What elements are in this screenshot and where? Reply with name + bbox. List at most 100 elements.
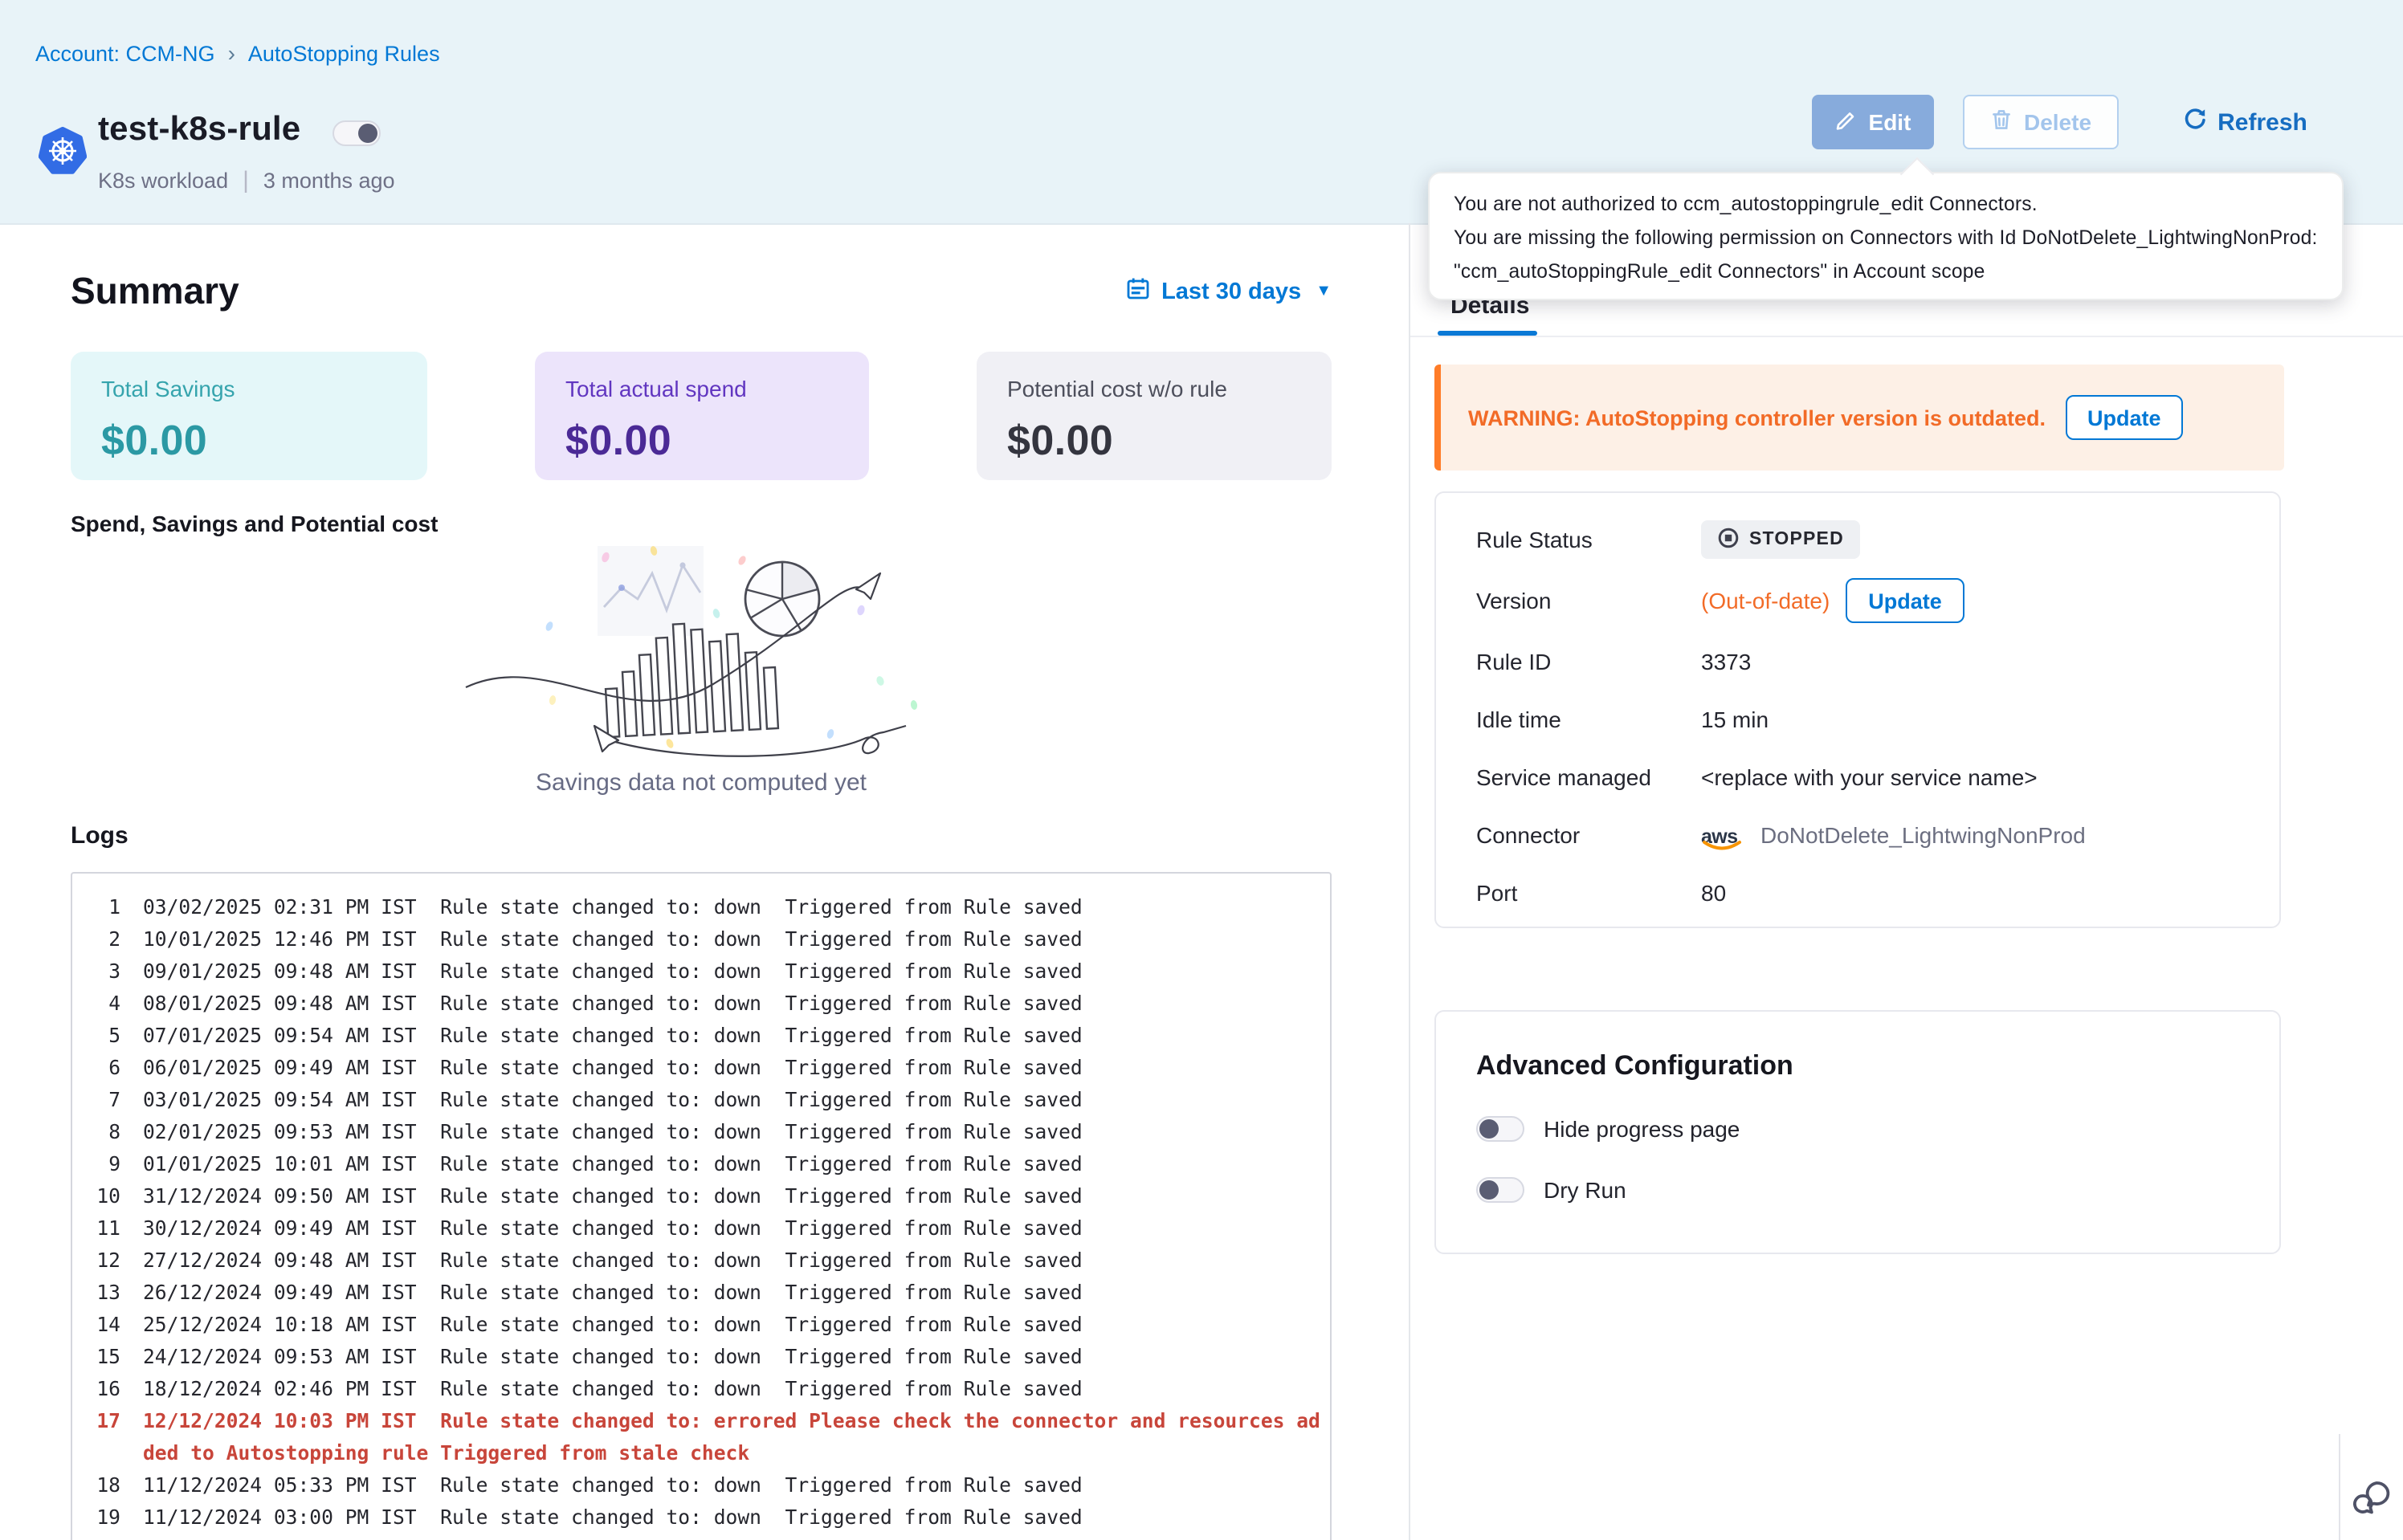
summary-cards: Total Savings $0.00 Total actual spend $… xyxy=(71,352,1332,480)
help-widget-divider xyxy=(2339,1434,2340,1540)
card-value: $0.00 xyxy=(1007,416,1332,466)
card-label: Total actual spend xyxy=(565,376,869,401)
rule-enable-toggle[interactable] xyxy=(333,120,381,146)
meta-separator: | xyxy=(243,167,249,194)
logs-heading: Logs xyxy=(71,822,129,849)
stopped-icon xyxy=(1717,526,1740,553)
version-update-button[interactable]: Update xyxy=(1846,578,1964,623)
delete-button[interactable]: Delete xyxy=(1963,95,2119,149)
date-range-label: Last 30 days xyxy=(1161,279,1301,304)
refresh-button[interactable]: Refresh xyxy=(2160,95,2329,149)
version-row: Version (Out-of-date) Update xyxy=(1476,568,2279,633)
date-range-picker[interactable]: Last 30 days ▼ xyxy=(1126,276,1332,307)
log-line: 210/01/2025 12:46 PM IST Rule state chan… xyxy=(95,923,1330,955)
column-divider xyxy=(1409,223,1410,1540)
log-line: 1031/12/2024 09:50 AM IST Rule state cha… xyxy=(95,1180,1330,1212)
warning-text: WARNING: AutoStopping controller version… xyxy=(1468,405,2046,430)
controller-outdated-warning: WARNING: AutoStopping controller version… xyxy=(1434,365,2284,471)
permission-tooltip: You are not authorized to ccm_autostoppi… xyxy=(1428,172,2344,300)
port-value: 80 xyxy=(1701,880,1726,906)
port-row: Port 80 xyxy=(1476,864,2279,922)
edit-button[interactable]: Edit xyxy=(1812,95,1934,149)
tooltip-line: You are missing the following permission… xyxy=(1454,226,2318,249)
card-value: $0.00 xyxy=(565,416,869,466)
connector-row: Connector aws DoNotDelete_LightwingNonPr… xyxy=(1476,806,2279,864)
log-line: 1911/12/2024 03:00 PM IST Rule state cha… xyxy=(95,1501,1330,1534)
log-line: 901/01/2025 10:01 AM IST Rule state chan… xyxy=(95,1148,1330,1180)
k8s-workload-icon xyxy=(39,127,87,175)
advanced-configuration-card: Advanced Configuration Hide progress pag… xyxy=(1434,1010,2281,1254)
row-label: Rule ID xyxy=(1476,649,1701,674)
card-label: Potential cost w/o rule xyxy=(1007,376,1332,401)
log-line: 408/01/2025 09:48 AM IST Rule state chan… xyxy=(95,988,1330,1020)
delete-button-label: Delete xyxy=(2024,109,2091,135)
rule-details-card: Rule Status STOPPED Version (Out-of-date… xyxy=(1434,491,2281,928)
hide-progress-row: Hide progress page xyxy=(1476,1116,2279,1142)
empty-chart-illustration xyxy=(459,540,941,766)
tooltip-line: "ccm_autoStoppingRule_edit Connectors" i… xyxy=(1454,260,2318,283)
pencil-icon xyxy=(1835,108,1858,136)
total-actual-spend-card: Total actual spend $0.00 xyxy=(535,352,869,480)
toggle-label: Hide progress page xyxy=(1544,1116,1740,1142)
log-line: 1326/12/2024 09:49 AM IST Rule state cha… xyxy=(95,1277,1330,1309)
empty-chart-caption: Savings data not computed yet xyxy=(71,769,1332,796)
summary-heading: Summary xyxy=(71,270,239,313)
row-label: Version xyxy=(1476,588,1701,613)
edit-button-label: Edit xyxy=(1869,109,1911,135)
chat-help-icon[interactable] xyxy=(2352,1477,2393,1527)
log-line: 802/01/2025 09:53 AM IST Rule state chan… xyxy=(95,1116,1330,1148)
hide-progress-toggle[interactable] xyxy=(1476,1116,1524,1142)
breadcrumb-account-link[interactable]: Account: CCM-NG xyxy=(35,41,215,65)
tab-row-divider xyxy=(1410,336,2403,337)
log-line: 103/02/2025 02:31 PM IST Rule state chan… xyxy=(95,891,1330,923)
status-badge-label: STOPPED xyxy=(1749,530,1844,549)
aws-icon: aws xyxy=(1701,822,1744,848)
log-line: 1712/12/2024 10:03 PM IST Rule state cha… xyxy=(95,1405,1330,1469)
rule-status-row: Rule Status STOPPED xyxy=(1476,511,2279,568)
warning-update-button[interactable]: Update xyxy=(2065,395,2184,440)
log-line: 1130/12/2024 09:49 AM IST Rule state cha… xyxy=(95,1212,1330,1245)
service-managed-row: Service managed <replace with your servi… xyxy=(1476,748,2279,806)
calendar-icon xyxy=(1126,276,1150,307)
log-line: 1811/12/2024 05:33 PM IST Rule state cha… xyxy=(95,1469,1330,1501)
toggle-label: Dry Run xyxy=(1544,1177,1626,1203)
service-managed-value: <replace with your service name> xyxy=(1701,764,2038,790)
log-line: 1524/12/2024 09:53 AM IST Rule state cha… xyxy=(95,1341,1330,1373)
row-label: Idle time xyxy=(1476,707,1701,732)
rule-meta: K8s workload | 3 months ago xyxy=(98,167,395,194)
idle-time-row: Idle time 15 min xyxy=(1476,691,2279,748)
row-label: Connector xyxy=(1476,822,1701,848)
log-line: 1425/12/2024 10:18 AM IST Rule state cha… xyxy=(95,1309,1330,1341)
row-label: Service managed xyxy=(1476,764,1701,790)
log-line: 309/01/2025 09:48 AM IST Rule state chan… xyxy=(95,955,1330,988)
rule-type-label: K8s workload xyxy=(98,169,228,193)
breadcrumb-autostopping-link[interactable]: AutoStopping Rules xyxy=(248,41,440,65)
log-list[interactable]: 103/02/2025 02:31 PM IST Rule state chan… xyxy=(71,872,1332,1540)
rule-updated-label: 3 months ago xyxy=(263,169,395,193)
dry-run-toggle[interactable] xyxy=(1476,1177,1524,1203)
page-title: test-k8s-rule xyxy=(98,111,300,149)
spend-section-heading: Spend, Savings and Potential cost xyxy=(71,511,438,536)
row-label: Port xyxy=(1476,880,1701,906)
idle-time-value: 15 min xyxy=(1701,707,1769,732)
card-value: $0.00 xyxy=(101,416,427,466)
log-line: 1227/12/2024 09:48 AM IST Rule state cha… xyxy=(95,1245,1330,1277)
row-label: Rule Status xyxy=(1476,527,1701,552)
potential-cost-card: Potential cost w/o rule $0.00 xyxy=(977,352,1332,480)
breadcrumb-separator: › xyxy=(228,40,235,66)
connector-value[interactable]: DoNotDelete_LightwingNonProd xyxy=(1760,822,2086,848)
log-line: 703/01/2025 09:54 AM IST Rule state chan… xyxy=(95,1084,1330,1116)
breadcrumb: Account: CCM-NG › AutoStopping Rules xyxy=(35,40,440,66)
trash-icon xyxy=(1990,108,2013,136)
status-badge: STOPPED xyxy=(1701,520,1860,559)
rule-id-value: 3373 xyxy=(1701,649,1751,674)
log-line: 1618/12/2024 02:46 PM IST Rule state cha… xyxy=(95,1373,1330,1405)
advanced-configuration-heading: Advanced Configuration xyxy=(1476,1050,2279,1082)
tooltip-line: You are not authorized to ccm_autostoppi… xyxy=(1454,193,2318,215)
card-label: Total Savings xyxy=(101,376,427,401)
refresh-button-label: Refresh xyxy=(2217,108,2307,136)
dry-run-row: Dry Run xyxy=(1476,1177,2279,1203)
log-line: 606/01/2025 09:49 AM IST Rule state chan… xyxy=(95,1052,1330,1084)
rule-id-row: Rule ID 3373 xyxy=(1476,633,2279,691)
refresh-icon xyxy=(2182,107,2206,137)
